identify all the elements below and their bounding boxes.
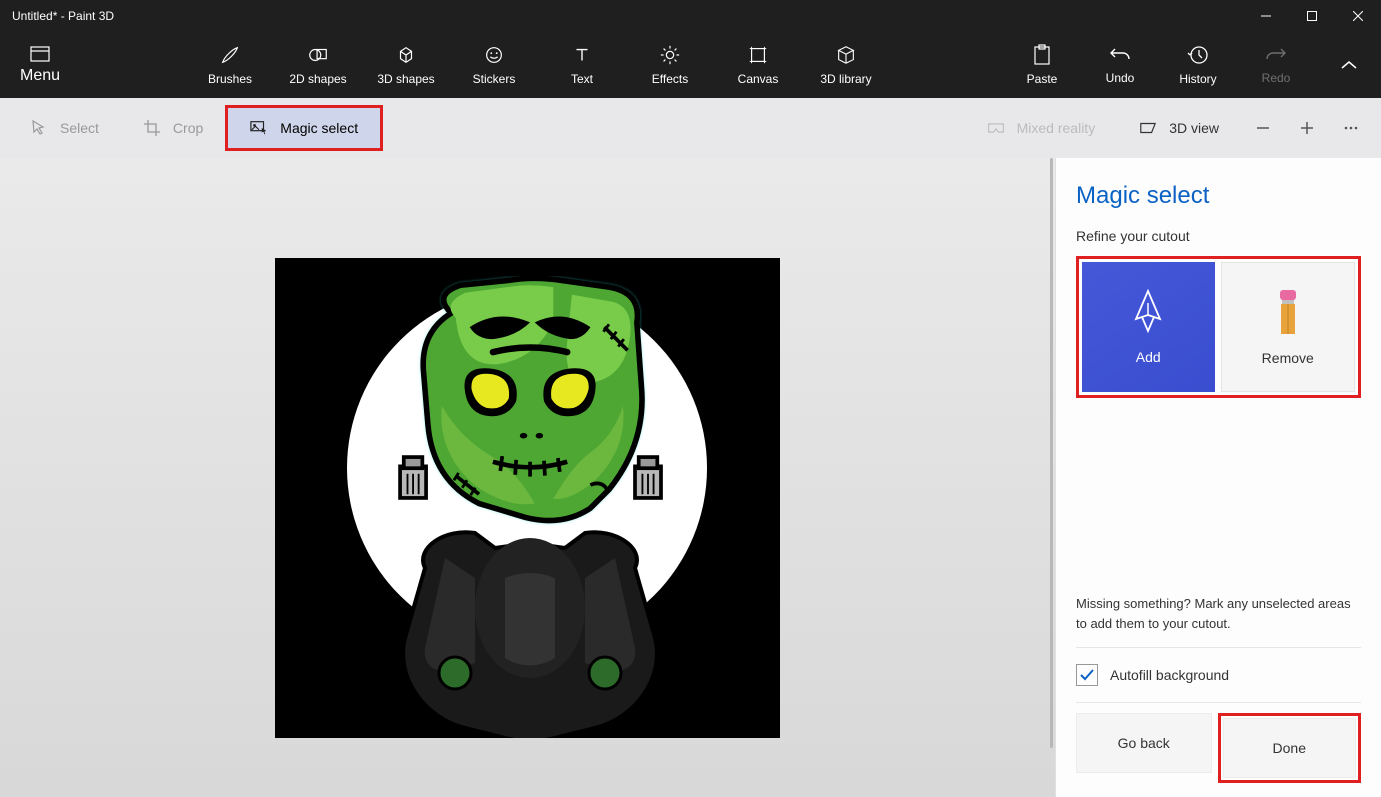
- undo-label: Undo: [1106, 71, 1135, 85]
- zoom-in-button[interactable]: [1285, 106, 1329, 150]
- check-icon: [1079, 667, 1095, 683]
- redo-button: Redo: [1249, 32, 1303, 98]
- add-label: Add: [1136, 349, 1161, 365]
- tool-label: 3D library: [820, 72, 871, 86]
- tool-label: Brushes: [208, 72, 252, 86]
- mixed-reality-label: Mixed reality: [1017, 120, 1096, 136]
- tool-label: Stickers: [473, 72, 516, 86]
- magic-select-tool[interactable]: Magic select: [225, 105, 383, 151]
- artwork-body: [355, 518, 705, 738]
- panel-subtitle: Refine your cutout: [1076, 228, 1361, 244]
- paste-button[interactable]: Paste: [1015, 32, 1069, 98]
- scrollbar-thumb[interactable]: [1050, 158, 1053, 748]
- close-button[interactable]: [1335, 0, 1381, 32]
- collapse-panel-button[interactable]: [1327, 32, 1371, 98]
- autofill-checkbox[interactable]: [1076, 664, 1098, 686]
- window-title: Untitled* - Paint 3D: [12, 9, 1243, 23]
- autofill-label: Autofill background: [1110, 667, 1229, 683]
- ribbon: Menu Brushes 2D shapes 3D shapes Sticker…: [0, 32, 1381, 98]
- tool-label: Canvas: [738, 72, 779, 86]
- tool-canvas[interactable]: Canvas: [728, 32, 788, 98]
- done-label: Done: [1273, 740, 1306, 756]
- select-tool[interactable]: Select: [8, 105, 121, 151]
- done-button[interactable]: Done: [1223, 718, 1357, 778]
- done-highlight: Done: [1218, 713, 1362, 783]
- panel-actions: Go back Done: [1076, 703, 1361, 783]
- history-button[interactable]: History: [1171, 32, 1225, 98]
- tool-label: Effects: [652, 72, 688, 86]
- tool-2d-shapes[interactable]: 2D shapes: [288, 32, 348, 98]
- paste-label: Paste: [1027, 72, 1058, 86]
- tool-3d-library[interactable]: 3D library: [816, 32, 876, 98]
- menu-button[interactable]: Menu: [0, 32, 80, 98]
- go-back-button[interactable]: Go back: [1076, 713, 1212, 773]
- select-label: Select: [60, 120, 99, 136]
- 3d-view-label: 3D view: [1169, 120, 1219, 136]
- tool-3d-shapes[interactable]: 3D shapes: [376, 32, 436, 98]
- tool-text[interactable]: Text: [552, 32, 612, 98]
- tool-stickers[interactable]: Stickers: [464, 32, 524, 98]
- remove-tool-button[interactable]: Remove: [1221, 262, 1356, 392]
- subtoolbar: Select Crop Magic select Mixed reality 3…: [0, 98, 1381, 158]
- remove-label: Remove: [1262, 350, 1314, 366]
- 3d-view-tool[interactable]: 3D view: [1117, 105, 1241, 151]
- more-options-button[interactable]: [1329, 106, 1373, 150]
- titlebar: Untitled* - Paint 3D: [0, 0, 1381, 32]
- add-tool-button[interactable]: Add: [1082, 262, 1215, 392]
- maximize-button[interactable]: [1289, 0, 1335, 32]
- pencil-add-icon: [1130, 289, 1166, 335]
- tool-label: 3D shapes: [377, 72, 434, 86]
- autofill-row: Autofill background: [1076, 648, 1361, 703]
- crop-tool[interactable]: Crop: [121, 105, 225, 151]
- menu-label: Menu: [20, 67, 60, 85]
- panel-title: Magic select: [1076, 182, 1361, 210]
- undo-button[interactable]: Undo: [1093, 32, 1147, 98]
- artwork-head: [395, 276, 667, 536]
- panel-hint: Missing something? Mark any unselected a…: [1076, 594, 1361, 648]
- tool-brushes[interactable]: Brushes: [200, 32, 260, 98]
- history-label: History: [1179, 72, 1216, 86]
- redo-label: Redo: [1262, 71, 1291, 85]
- mixed-reality-tool[interactable]: Mixed reality: [965, 105, 1118, 151]
- side-panel: Magic select Refine your cutout Add Remo…: [1055, 158, 1381, 797]
- canvas-area[interactable]: [0, 158, 1055, 797]
- main-area: Magic select Refine your cutout Add Remo…: [0, 158, 1381, 797]
- tool-effects[interactable]: Effects: [640, 32, 700, 98]
- crop-label: Crop: [173, 120, 203, 136]
- magic-select-label: Magic select: [280, 120, 358, 136]
- go-back-label: Go back: [1118, 735, 1170, 751]
- tool-label: 2D shapes: [289, 72, 346, 86]
- minimize-button[interactable]: [1243, 0, 1289, 32]
- eraser-icon: [1274, 288, 1302, 336]
- vertical-scrollbar[interactable]: [1043, 158, 1055, 797]
- tool-label: Text: [571, 72, 593, 86]
- refine-tools-highlight: Add Remove: [1076, 256, 1361, 398]
- zoom-out-button[interactable]: [1241, 106, 1285, 150]
- canvas[interactable]: [275, 258, 780, 738]
